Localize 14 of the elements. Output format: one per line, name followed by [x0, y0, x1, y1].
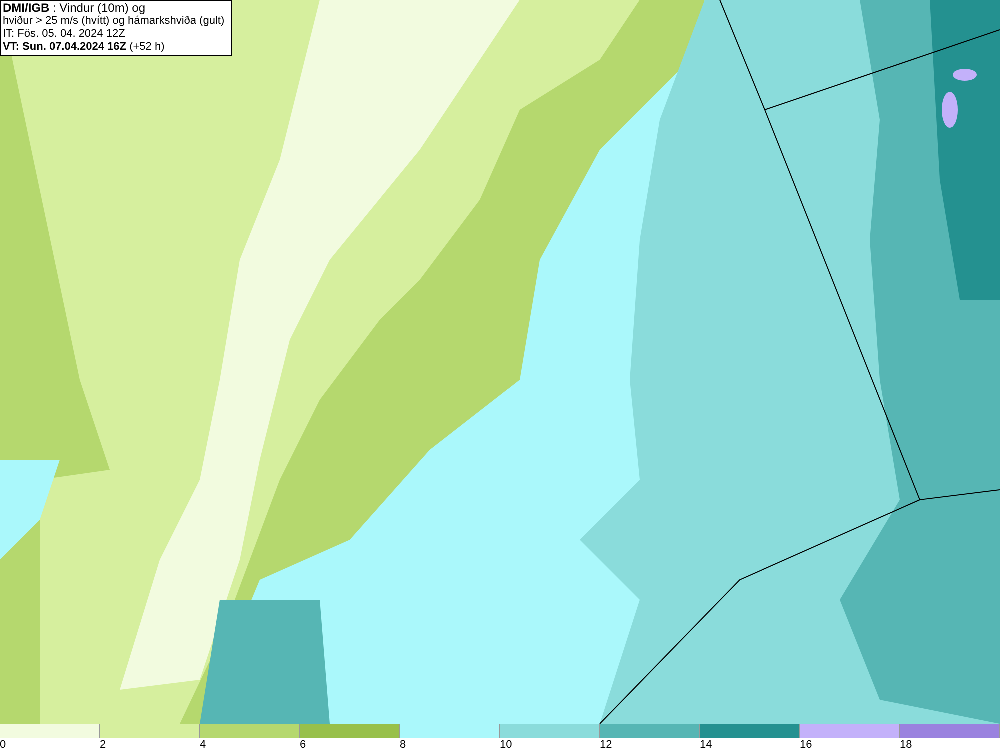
title-line: DMI/IGB : Vindur (10m) og [3, 2, 146, 15]
legend-label: 14 [700, 738, 712, 753]
legend-label: 4 [200, 738, 206, 753]
legend-label: 10 [500, 738, 512, 753]
legend-label: 18 [900, 738, 912, 753]
legend-label: 2 [100, 738, 106, 753]
title-line: VT: Sun. 07.04.2024 16Z (+52 h) [3, 41, 166, 54]
legend-label: 6 [300, 738, 306, 753]
title-line: IT: Fös. 05. 04. 2024 12Z [3, 28, 126, 41]
legend-label: 0 [0, 738, 6, 753]
title-line: hviður > 25 m/s (hvítt) og hámarkshviða (gult) [3, 15, 226, 28]
legend-label: 16 [800, 738, 812, 753]
legend-label: 8 [400, 738, 406, 753]
legend-label: 12 [600, 738, 612, 753]
